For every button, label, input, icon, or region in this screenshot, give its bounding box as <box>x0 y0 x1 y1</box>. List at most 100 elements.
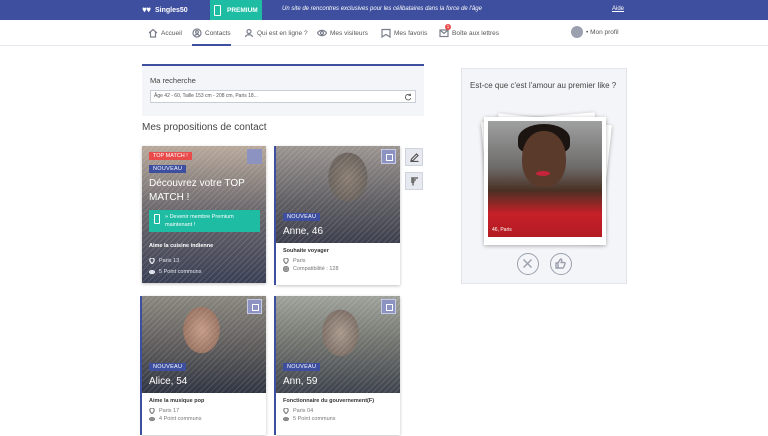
eye-icon <box>283 416 289 422</box>
new-badge: NOUVEAU <box>149 165 187 173</box>
profile-name: Anne, 46 <box>283 226 324 237</box>
suggested-profile-photo[interactable]: 46, Paris <box>484 117 606 245</box>
nav-label: Mes favoris <box>394 29 428 37</box>
profile-name: Alice, 54 <box>149 376 188 387</box>
common-text: 5 Point communs <box>159 269 202 275</box>
search-input[interactable]: Âge 42 - 60, Taille 153 cm - 208 cm, Par… <box>150 90 416 103</box>
location-text: Paris 04 <box>293 408 314 414</box>
nav-label: Contacts <box>205 29 231 37</box>
section-title: Mes propositions de contact <box>142 122 267 133</box>
nav-item-mailbox[interactable]: 1 Boîte aux lettres <box>439 20 499 46</box>
contacts-icon <box>192 28 202 38</box>
sort-icon <box>411 177 418 186</box>
card-tagline: Aime la musique pop <box>149 398 205 404</box>
eye-icon <box>149 269 155 275</box>
logo-text: Singles50 <box>155 6 188 14</box>
main-nav: Accueil Contacts Qui est en ligne ? Mes … <box>0 20 768 46</box>
card-info: Fonctionnaire du gouvernement(F) Paris 0… <box>276 393 400 435</box>
photo-face <box>522 131 566 187</box>
card-info: Aime la musique pop Paris 17 4 Point com… <box>142 393 266 435</box>
help-link[interactable]: Aide <box>612 6 624 12</box>
save-profile-button[interactable] <box>247 299 262 314</box>
premium-cta-button[interactable]: » Devenir membre Premium maintenant ! <box>149 210 260 232</box>
profile-label: • Mon profil <box>586 28 619 36</box>
visitors-icon <box>317 29 327 37</box>
first-like-panel: Est-ce que c'est l'amour au premier like… <box>461 68 627 284</box>
save-profile-button[interactable] <box>381 299 396 314</box>
profile-photo[interactable]: NOUVEAU Ann, 59 <box>276 296 400 393</box>
location-text: Paris 17 <box>159 408 180 414</box>
new-badge: NOUVEAU <box>283 363 321 371</box>
refresh-icon[interactable] <box>404 93 412 101</box>
common-text: Compatibilité : 128 <box>293 266 339 272</box>
close-icon <box>523 259 532 268</box>
top-match-card[interactable]: TOP MATCH ! NOUVEAU Découvrez votre TOP … <box>142 146 266 283</box>
location-text: Paris <box>293 258 306 264</box>
nav-item-favorites[interactable]: Mes favoris <box>381 20 427 46</box>
location-pin-icon <box>149 258 155 264</box>
common-text: 5 Point communs <box>293 416 336 422</box>
nav-label: Accueil <box>161 29 182 37</box>
location-pin-icon <box>283 258 289 264</box>
nav-item-home[interactable]: Accueil <box>148 20 182 46</box>
card-tagline: Souhaite voyager <box>283 248 329 254</box>
profile-photo[interactable]: NOUVEAU Anne, 46 <box>276 146 400 243</box>
top-match-badge: TOP MATCH ! <box>149 152 192 160</box>
card-location: Paris 04 <box>283 408 393 414</box>
hearts-logo-icon <box>142 6 151 12</box>
logo[interactable]: Singles50 <box>142 3 188 17</box>
profile-card[interactable]: NOUVEAU Anne, 46 Souhaite voyager Paris … <box>274 146 400 285</box>
nav-item-visitors[interactable]: Mes visiteurs <box>317 20 368 46</box>
edit-button[interactable] <box>405 148 423 166</box>
card-common: 5 Point communs <box>149 269 202 275</box>
save-profile-button[interactable] <box>381 149 396 164</box>
card-common: 5 Point communs <box>283 416 393 422</box>
new-badge: NOUVEAU <box>149 363 187 371</box>
online-icon <box>244 28 254 38</box>
like-button[interactable] <box>550 253 572 275</box>
search-label: Ma recherche <box>150 76 196 85</box>
thumbs-up-icon <box>555 258 566 269</box>
profile-menu[interactable]: • Mon profil <box>571 24 619 40</box>
card-common: Compatibilité : 128 <box>283 266 393 272</box>
photo-caption: 46, Paris <box>492 227 512 233</box>
profile-photo[interactable]: NOUVEAU Alice, 54 <box>142 296 266 393</box>
nav-label: Mes visiteurs <box>330 29 368 37</box>
premium-tab[interactable]: PREMIUM <box>210 0 262 20</box>
nav-label: Qui est en ligne ? <box>257 29 308 37</box>
location-pin-icon <box>283 408 289 414</box>
eye-icon <box>149 416 155 422</box>
nav-item-contacts[interactable]: Contacts <box>192 20 231 46</box>
card-info: Souhaite voyager Paris Compatibilité : 1… <box>276 243 400 285</box>
phone-icon <box>154 214 160 224</box>
card-location: Paris 17 <box>149 408 259 414</box>
nav-label: Boîte aux lettres <box>452 29 499 37</box>
profile-card[interactable]: NOUVEAU Alice, 54 Aime la musique pop Pa… <box>140 296 266 435</box>
search-value: Âge 42 - 60, Taille 153 cm - 208 cm, Par… <box>154 93 258 99</box>
card-tagline: Fonctionnaire du gouvernement(F) <box>283 398 375 404</box>
top-bar: Singles50 PREMIUM Un site de rencontres … <box>0 0 768 20</box>
cta-label: » Devenir membre Premium maintenant ! <box>165 214 234 228</box>
common-text: 4 Point communs <box>159 416 202 422</box>
location-text: Paris 13 <box>159 258 180 264</box>
save-profile-button[interactable] <box>247 149 262 164</box>
profile-photo: 46, Paris <box>488 121 602 237</box>
home-icon <box>148 28 158 38</box>
premium-label: PREMIUM <box>227 6 258 14</box>
profile-card[interactable]: NOUVEAU Ann, 59 Fonctionnaire du gouvern… <box>274 296 400 435</box>
dislike-button[interactable] <box>517 253 539 275</box>
compatibility-icon <box>283 266 289 272</box>
phone-icon <box>214 4 221 16</box>
pencil-icon <box>410 153 419 162</box>
card-location: Paris 13 <box>149 258 179 264</box>
profile-name: Ann, 59 <box>283 376 318 387</box>
like-question: Est-ce que c'est l'amour au premier like… <box>470 81 617 90</box>
photo-lips <box>536 171 550 176</box>
avatar <box>571 26 583 38</box>
favorites-icon <box>381 28 391 38</box>
sort-button[interactable] <box>405 172 423 190</box>
card-common: 4 Point communs <box>149 416 259 422</box>
top-match-title: Découvrez votre TOP MATCH ! <box>149 178 245 203</box>
nav-item-online[interactable]: Qui est en ligne ? <box>244 20 308 46</box>
card-tagline: Aime la cuisine indienne <box>149 243 214 249</box>
